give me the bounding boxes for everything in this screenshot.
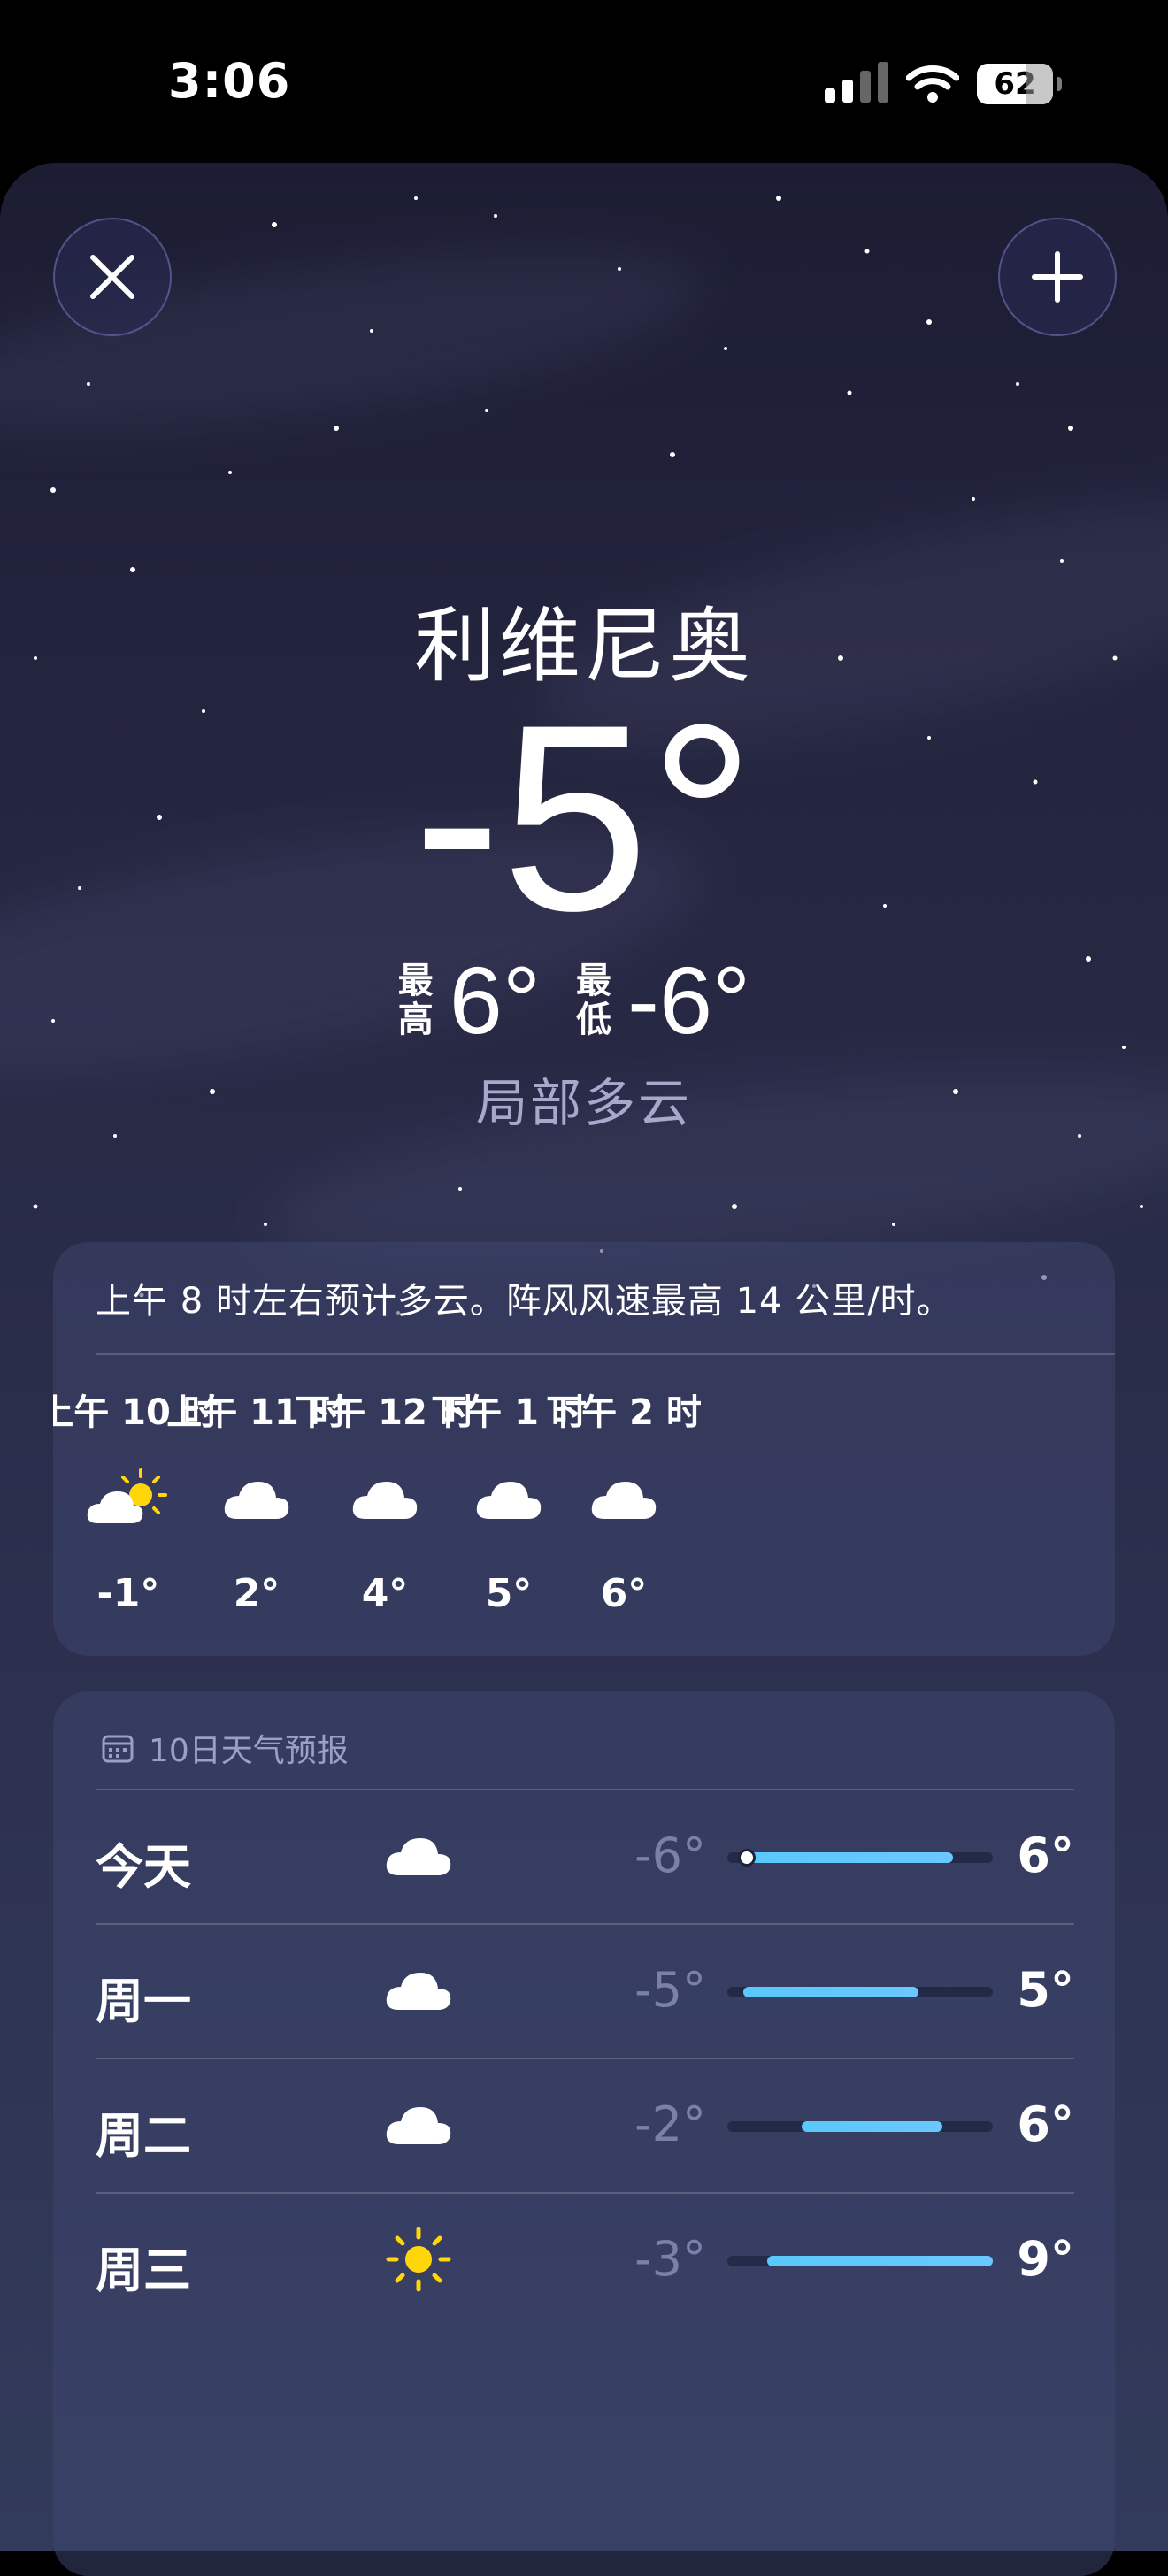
divider [96,2058,1074,2059]
temperature-range-bar [727,1987,993,1997]
day-high-temperature: 5° [1017,1962,1074,2018]
divider [96,1353,1115,1355]
day-name: 今天 [96,1839,191,1895]
day-low-temperature: -3° [634,2231,706,2287]
temperature-range-fill [767,2256,993,2266]
day-low-temperature: -2° [634,2097,706,2152]
day-name: 周一 [96,1974,191,2029]
wifi-icon [906,65,959,103]
current-temperature-dot [738,1849,756,1867]
cloud-icon [379,1955,458,2026]
close-icon [90,255,134,299]
hourly-summary: 上午 8 时左右预计多云。阵风风速最高 14 公里/时。 [96,1281,953,1322]
cloud-icon [379,1821,458,1891]
cloud-icon [379,2089,458,2160]
weather-condition: 局部多云 [475,1073,692,1133]
day-name: 周三 [96,2242,191,2298]
temperature-range-bar [727,2256,993,2266]
day-high-temperature: 9° [1017,2231,1074,2287]
hour-label: 下午 2 时 [546,1392,702,1433]
hourly-item: 下午 2 时 6° [522,1384,726,1616]
ten-day-forecast-header: 10日天气预报 [101,1725,349,1771]
day-high-temperature: 6° [1017,1828,1074,1883]
temperature-range-bar [727,2121,993,2132]
temperature-range-fill [743,1852,953,1863]
low-temperature: -6° [627,947,751,1054]
cellular-signal-icon [825,62,888,103]
close-button[interactable] [53,218,172,336]
divider [96,1923,1074,1925]
day-name: 周二 [96,2108,191,2164]
ten-day-forecast-title: 10日天气预报 [149,1733,349,1769]
day-forecast-row[interactable]: 今天 -6° 6° [96,1789,1074,1921]
hour-temperature: 6° [600,1571,648,1616]
high-label: 最 高 [397,960,434,1040]
battery-icon: 62 [977,64,1062,104]
current-temperature: -5° [412,669,756,966]
temperature-range-fill [802,2121,942,2132]
high-low-temperature: 最 高 6° 最 低 -6° [0,945,1168,1055]
status-bar: 3:06 62 [0,0,1168,168]
divider [96,1789,1074,1790]
day-forecast-row[interactable]: 周三 -3° 9° [96,2192,1074,2325]
status-time: 3:06 [168,53,291,109]
day-low-temperature: -6° [634,1828,706,1883]
cloud-icon [522,1451,726,1548]
hourly-forecast-card[interactable]: 上午 8 时左右预计多云。阵风风速最高 14 公里/时。 上午 10 时 -1° 上… [53,1242,1115,1656]
calendar-icon [102,1735,134,1763]
day-low-temperature: -5° [634,1962,706,2018]
temperature-range-fill [743,1987,918,1997]
add-button[interactable] [998,218,1117,336]
sun-icon [379,2224,458,2295]
day-high-temperature: 6° [1017,2097,1074,2152]
low-label: 最 低 [576,960,612,1040]
temperature-range-bar [727,1849,993,1867]
high-temperature: 6° [449,947,542,1054]
divider [96,2192,1074,2194]
day-forecast-row[interactable]: 周二 -2° 6° [96,2058,1074,2190]
day-forecast-row[interactable]: 周一 -5° 5° [96,1923,1074,2056]
plus-icon [1032,251,1083,303]
ten-day-forecast-card[interactable]: 10日天气预报 今天 -6° 6° 周一 -5° 5° 周二 -2° 6° 周三 -3° 9° [53,1691,1115,2576]
